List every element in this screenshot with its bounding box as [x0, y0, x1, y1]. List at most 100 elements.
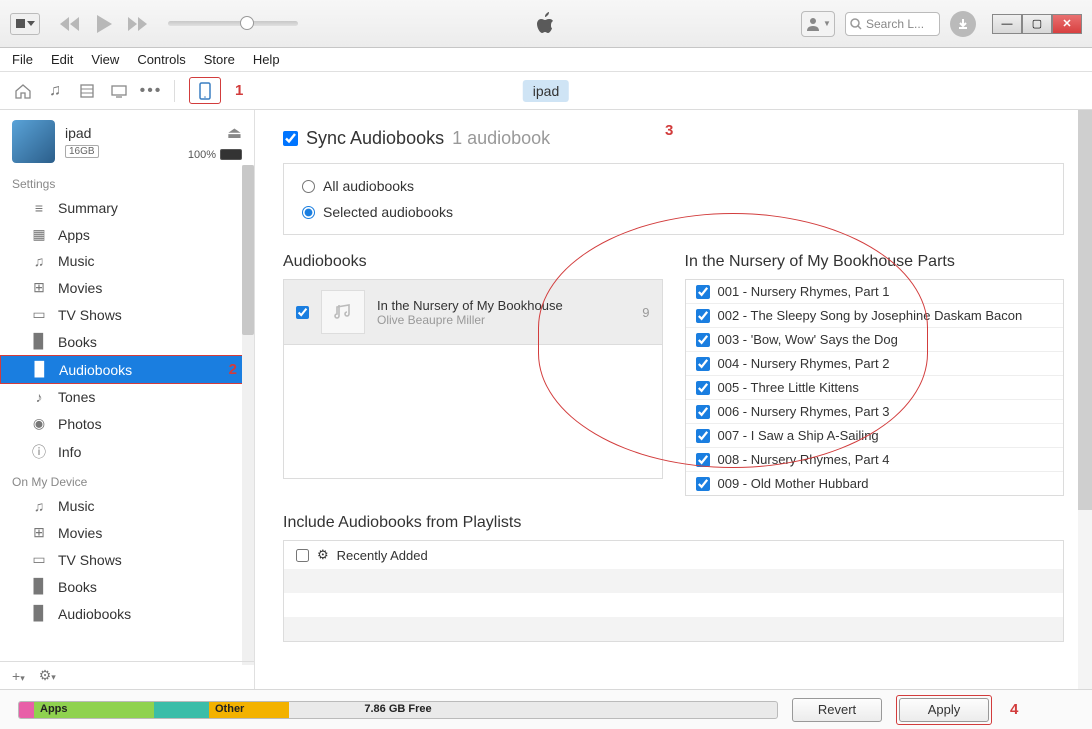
content-pane: Sync Audiobooks 1 audiobook 3 All audiob…	[255, 110, 1092, 689]
prev-track-icon[interactable]	[58, 15, 82, 33]
part-row[interactable]: 003 - 'Bow, Wow' Says the Dog	[686, 328, 1064, 352]
sidebar-item-info[interactable]: ⓘInfo	[0, 437, 254, 467]
device-name-pill[interactable]: ipad	[523, 80, 569, 102]
apple-logo-icon	[536, 12, 556, 36]
minimize-button[interactable]: —	[992, 14, 1022, 34]
part-checkbox[interactable]	[696, 357, 710, 371]
playlist-checkbox[interactable]	[296, 549, 309, 562]
audiobook-author: Olive Beaupre Miller	[377, 313, 630, 327]
revert-button[interactable]: Revert	[792, 698, 882, 722]
playlists-heading: Include Audiobooks from Playlists	[283, 514, 1064, 532]
audiobooks-list: In the Nursery of My Bookhouse Olive Bea…	[283, 279, 663, 479]
sidebar-item-books[interactable]: ▉Books	[0, 328, 254, 355]
music-icon: ♫	[30, 253, 48, 269]
menu-controls[interactable]: Controls	[137, 52, 185, 67]
playlist-row[interactable]: ⚙ Recently Added	[284, 541, 1063, 569]
audiobooks-heading: Audiobooks	[283, 253, 663, 271]
menu-file[interactable]: File	[12, 52, 33, 67]
sync-audiobooks-checkbox[interactable]	[283, 131, 298, 146]
sidebar-item-photos[interactable]: ◉Photos	[0, 410, 254, 437]
battery-indicator: 100%	[188, 149, 242, 161]
sidebar-item-tones[interactable]: ♪Tones	[0, 384, 254, 410]
radio-selected-audiobooks[interactable]: Selected audiobooks	[302, 204, 1045, 220]
part-checkbox[interactable]	[696, 285, 710, 299]
part-row[interactable]: 001 - Nursery Rhymes, Part 1	[686, 280, 1064, 304]
close-button[interactable]: ✕	[1052, 14, 1082, 34]
part-row[interactable]: 004 - Nursery Rhymes, Part 2	[686, 352, 1064, 376]
bottom-bar: Apps Other 7.86 GB Free Revert Apply 4	[0, 689, 1092, 729]
volume-slider[interactable]	[168, 21, 298, 26]
part-row[interactable]: 002 - The Sleepy Song by Josephine Daska…	[686, 304, 1064, 328]
sidebar-item-apps[interactable]: ▦Apps	[0, 221, 254, 248]
part-row[interactable]: 006 - Nursery Rhymes, Part 3	[686, 400, 1064, 424]
part-checkbox[interactable]	[696, 477, 710, 491]
next-track-icon[interactable]	[126, 15, 150, 33]
sidebar-section-device: On My Device	[0, 467, 254, 493]
sidebar-item-audiobooks[interactable]: ▉Audiobooks2	[0, 355, 254, 384]
part-label: 007 - I Saw a Ship A-Sailing	[718, 428, 879, 443]
gear-icon: ⚙	[317, 547, 329, 563]
sidebar-item-movies[interactable]: ⊞Movies	[0, 274, 254, 301]
part-checkbox[interactable]	[696, 429, 710, 443]
view-mode-toggle[interactable]	[10, 13, 40, 35]
audiobook-count: 9	[642, 305, 649, 320]
part-label: 006 - Nursery Rhymes, Part 3	[718, 404, 890, 419]
play-icon[interactable]	[94, 13, 114, 35]
sidebar-device-tvshows[interactable]: ▭TV Shows	[0, 546, 254, 573]
menu-view[interactable]: View	[91, 52, 119, 67]
part-row[interactable]: 005 - Three Little Kittens	[686, 376, 1064, 400]
more-icon[interactable]: •••	[142, 82, 160, 100]
part-label: 003 - 'Bow, Wow' Says the Dog	[718, 332, 898, 347]
tv-tab-icon[interactable]	[110, 82, 128, 100]
sidebar-device-movies[interactable]: ⊞Movies	[0, 519, 254, 546]
maximize-button[interactable]: ▢	[1022, 14, 1052, 34]
sidebar-device-music[interactable]: ♫Music	[0, 493, 254, 519]
radio-all-audiobooks[interactable]: All audiobooks	[302, 178, 1045, 194]
storage-bar: Apps Other 7.86 GB Free	[18, 701, 778, 719]
content-scrollbar[interactable]	[1078, 110, 1092, 689]
sidebar-device-books[interactable]: ▉Books	[0, 573, 254, 600]
device-header: ipad 16GB ⏏ 100%	[0, 110, 254, 169]
part-row[interactable]: 008 - Nursery Rhymes, Part 4	[686, 448, 1064, 472]
download-button[interactable]	[950, 11, 976, 37]
storage-seg-other: Other	[209, 702, 289, 718]
part-checkbox[interactable]	[696, 453, 710, 467]
add-button[interactable]: +▾	[12, 668, 25, 684]
sidebar-item-tvshows[interactable]: ▭TV Shows	[0, 301, 254, 328]
sidebar-item-music[interactable]: ♫Music	[0, 248, 254, 274]
audiobook-row[interactable]: In the Nursery of My Bookhouse Olive Bea…	[284, 280, 662, 345]
playlist-row-empty	[284, 569, 1063, 593]
callout-4: 4	[1010, 701, 1018, 718]
eject-icon[interactable]: ⏏	[227, 123, 242, 143]
menu-store[interactable]: Store	[204, 52, 235, 67]
part-checkbox[interactable]	[696, 333, 710, 347]
part-checkbox[interactable]	[696, 381, 710, 395]
storage-seg-audio	[19, 702, 34, 718]
part-checkbox[interactable]	[696, 309, 710, 323]
menu-edit[interactable]: Edit	[51, 52, 73, 67]
movies-tab-icon[interactable]	[78, 82, 96, 100]
storage-seg-apps: Apps	[34, 702, 154, 718]
search-input[interactable]: Search L...	[845, 12, 940, 36]
person-icon	[805, 16, 821, 32]
music-tab-icon[interactable]: ♫	[46, 82, 64, 100]
parts-list: 001 - Nursery Rhymes, Part 1002 - The Sl…	[685, 279, 1065, 496]
device-button[interactable]	[189, 77, 221, 104]
apps-icon: ▦	[30, 226, 48, 243]
playlists-box: ⚙ Recently Added	[283, 540, 1064, 642]
part-checkbox[interactable]	[696, 405, 710, 419]
gear-button[interactable]: ⚙▾	[39, 667, 56, 684]
audiobook-checkbox[interactable]	[296, 306, 309, 319]
account-button[interactable]: ▼	[801, 11, 835, 37]
sidebar-item-summary[interactable]: ≡Summary	[0, 195, 254, 221]
sidebar-device-audiobooks[interactable]: ▉Audiobooks	[0, 600, 254, 627]
sidebar-section-settings: Settings	[0, 169, 254, 195]
home-icon[interactable]	[14, 82, 32, 100]
menu-help[interactable]: Help	[253, 52, 280, 67]
apply-button[interactable]: Apply	[899, 698, 989, 722]
callout-1: 1	[235, 82, 243, 99]
part-row[interactable]: 007 - I Saw a Ship A-Sailing	[686, 424, 1064, 448]
part-row[interactable]: 009 - Old Mother Hubbard	[686, 472, 1064, 495]
playlist-row-empty	[284, 593, 1063, 617]
sidebar-scrollbar[interactable]	[242, 165, 254, 665]
